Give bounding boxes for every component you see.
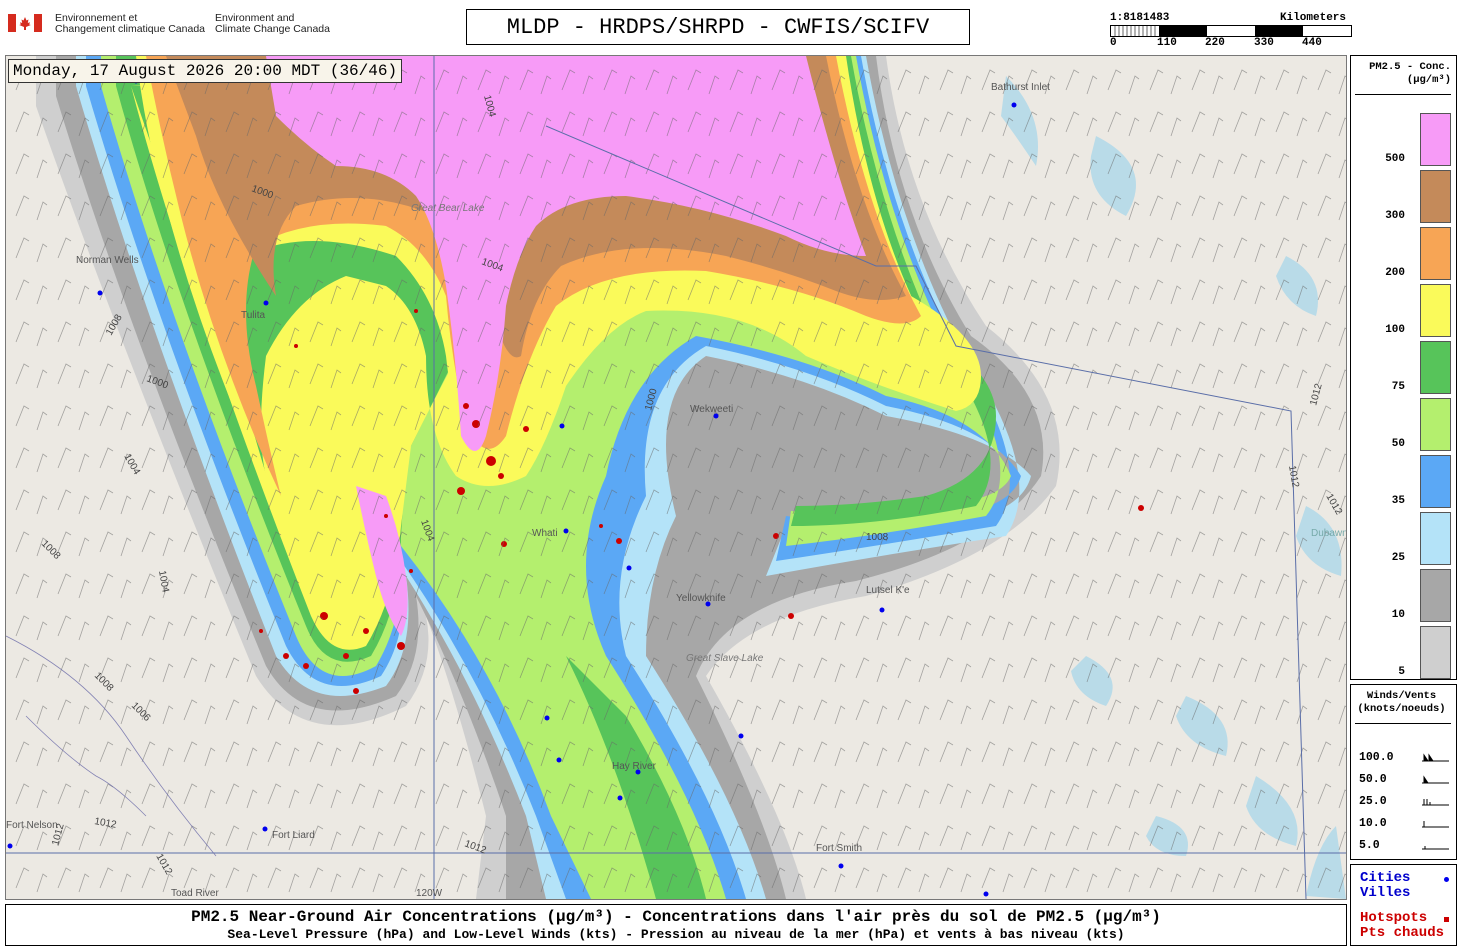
wind-legend: Winds/Vents (knots/noeuds) 100.0 50.0 25… — [1350, 684, 1457, 860]
legend-swatch-label: 75 — [1391, 381, 1405, 393]
wind-speed-label: 100.0 — [1359, 751, 1394, 764]
place-fort-smith: Fort Smith — [816, 843, 862, 854]
wind-legend-divider — [1355, 723, 1451, 724]
canada-flag-icon — [8, 14, 42, 32]
wind-speed-label: 10.0 — [1359, 817, 1387, 830]
wind-title-line2: (knots/noeuds) — [1357, 703, 1446, 715]
scale-tick: 440 — [1302, 37, 1322, 49]
caption-line1: PM2.5 Near-Ground Air Concentrations (µg… — [191, 908, 1161, 926]
legend-swatch — [1420, 398, 1451, 451]
scale-bar — [1110, 25, 1352, 37]
legend-swatch — [1420, 455, 1451, 508]
forecast-timestamp: Monday, 17 August 2026 20:00 MDT (36/46) — [8, 59, 403, 83]
legend-divider — [1355, 94, 1451, 95]
place-lutselke: Lutsel K'e — [866, 585, 910, 596]
place-whati: Whati — [532, 528, 558, 539]
agency-name-fr: Environnement et Changement climatique C… — [55, 13, 205, 35]
agency-en-line2: Climate Change Canada — [215, 23, 330, 35]
caption-line2: Sea-Level Pressure (hPa) and Low-Level W… — [227, 927, 1125, 942]
wind-speed-label: 5.0 — [1359, 839, 1380, 852]
smoke-forecast-map[interactable]: Bathurst Inlet Norman Wells Tulita Great… — [5, 55, 1347, 900]
wind-speed-label: 25.0 — [1359, 795, 1387, 808]
legend-swatch — [1420, 512, 1451, 565]
legend-swatch-label: 100 — [1385, 324, 1405, 336]
place-tulita: Tulita — [241, 310, 266, 321]
wind-legend-title: Winds/Vents (knots/noeuds) — [1351, 690, 1452, 716]
hotspots-label-en: Hotspots — [1360, 910, 1428, 926]
legend-swatch-label: 25 — [1391, 552, 1405, 564]
cities-label-fr: Villes — [1360, 885, 1411, 901]
legend-title-line2: (µg/m³) — [1406, 74, 1451, 86]
legend-swatch — [1420, 170, 1451, 223]
place-bathurst-inlet: Bathurst Inlet — [991, 82, 1050, 93]
place-dubawnt-lake: Dubawnt Lake — [1311, 528, 1347, 539]
legend-swatch-label: 35 — [1391, 495, 1405, 507]
place-wekweeti: Wekweeti — [690, 404, 733, 415]
legend-swatch — [1420, 227, 1451, 280]
wind-barb-icons — [1422, 753, 1449, 850]
scale-tick: 330 — [1254, 37, 1274, 49]
wind-title-line1: Winds/Vents — [1366, 690, 1437, 702]
legend-swatch — [1420, 569, 1451, 622]
place-hay-river: Hay River — [612, 761, 657, 772]
city-marker-icon — [1444, 877, 1449, 882]
place-yellowknife: Yellowknife — [676, 593, 726, 604]
concentration-legend: PM2.5 - Conc. (µg/m³) 500 300 200 100 75 50 35… — [1350, 55, 1457, 680]
isobar-label: 1008 — [866, 532, 889, 543]
legend-swatch — [1420, 113, 1451, 166]
legend-swatch — [1420, 626, 1451, 679]
meridian-label: 120W — [416, 888, 443, 899]
scale-tick: 220 — [1205, 37, 1225, 49]
place-great-bear-lake: Great Bear Lake — [411, 203, 485, 214]
place-great-slave-lake: Great Slave Lake — [686, 653, 764, 664]
map-caption: PM2.5 Near-Ground Air Concentrations (µg… — [5, 904, 1347, 946]
legend-title-line1: PM2.5 - Conc. — [1369, 61, 1451, 73]
legend-swatch-label: 500 — [1385, 153, 1405, 165]
legend-swatch-label: 10 — [1391, 609, 1405, 621]
legend-swatch — [1420, 284, 1451, 337]
scale-units: Kilometers — [1280, 12, 1347, 24]
wind-speed-label: 50.0 — [1359, 773, 1387, 786]
scale-ratio: 1:8181483 — [1110, 12, 1170, 24]
legend-swatch-label: 300 — [1385, 210, 1405, 222]
legend-swatch-label: 50 — [1391, 438, 1405, 450]
legend-title: PM2.5 - Conc. (µg/m³) — [1351, 61, 1451, 87]
place-toad-river: Toad River — [171, 888, 219, 899]
place-fort-nelson: Fort Nelson — [6, 820, 58, 831]
legend-swatch-label: 5 — [1398, 666, 1405, 678]
place-fort-liard: Fort Liard — [272, 830, 315, 841]
agency-fr-line2: Changement climatique Canada — [55, 23, 206, 35]
agency-name-en: Environment and Climate Change Canada — [215, 13, 330, 35]
scale-tick: 110 — [1157, 37, 1177, 49]
cities-label-en: Cities — [1360, 870, 1411, 886]
page-title: MLDP - HRDPS/SHRPD - CWFIS/SCIFV — [466, 9, 970, 45]
hotspot-marker-icon — [1444, 917, 1449, 922]
symbol-legend: Cities Villes Hotspots Pts chauds — [1350, 864, 1457, 946]
scale-tick: 0 — [1110, 37, 1117, 49]
legend-swatch — [1420, 341, 1451, 394]
hotspots-label-fr: Pts chauds — [1360, 925, 1445, 941]
place-norman-wells: Norman Wells — [76, 255, 139, 266]
legend-swatch-label: 200 — [1385, 267, 1405, 279]
wind-barbs — [6, 56, 1346, 899]
